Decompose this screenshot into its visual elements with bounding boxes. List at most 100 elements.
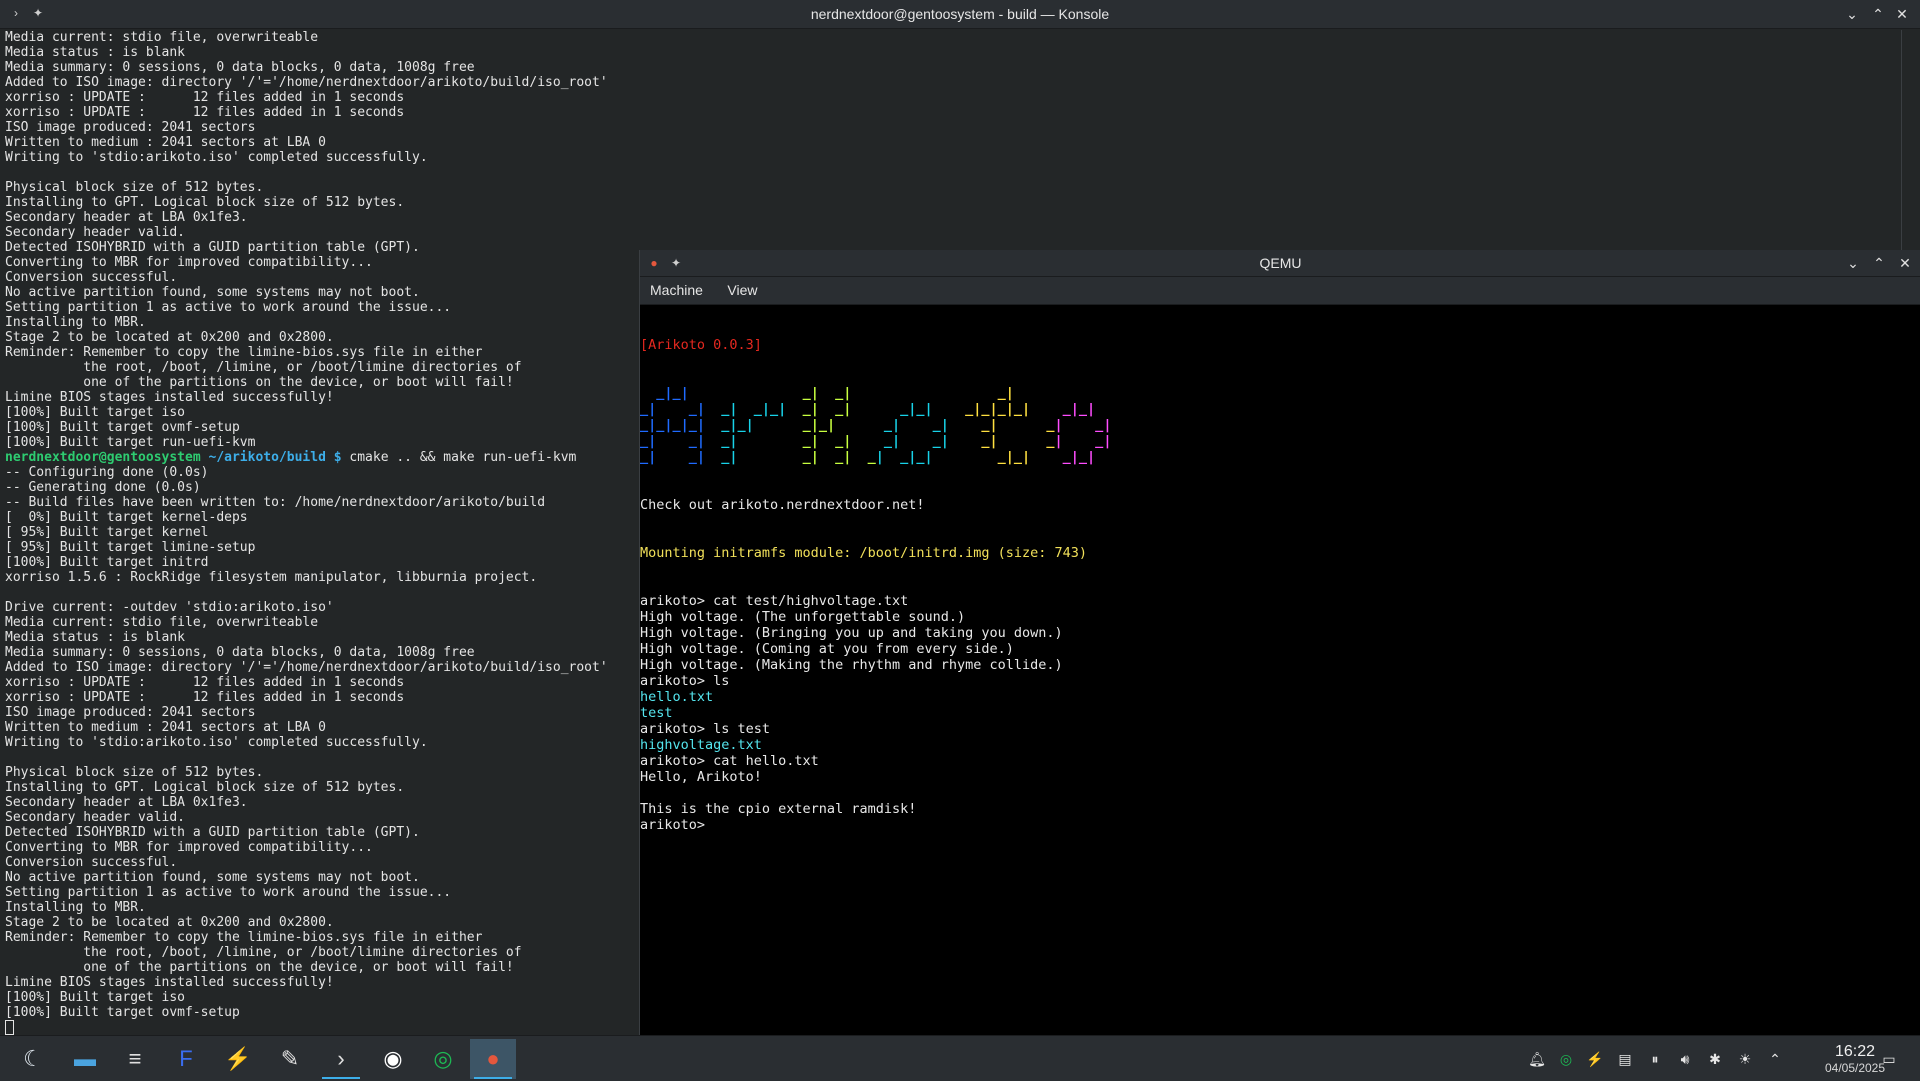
ascii-art-segment: _| _| bbox=[794, 433, 876, 449]
maximize-button[interactable]: ⌃ bbox=[1869, 253, 1889, 273]
terminal-line: No active partition found, some systems … bbox=[5, 870, 420, 885]
terminal-line: [100%] Built target iso bbox=[5, 405, 186, 420]
terminal-line: one of the partitions on the device, or … bbox=[5, 375, 514, 390]
terminal-line: the root, /boot, /limine, or /boot/limin… bbox=[5, 360, 522, 375]
terminal-line: xorriso : UPDATE : 12 files added in 1 s… bbox=[5, 90, 405, 105]
terminal-line: Secondary header at LBA 0x1fe3. bbox=[5, 210, 248, 225]
vm-display[interactable]: [Arikoto 0.0.3] _|_| _| _| _| _| _| _| _|… bbox=[640, 305, 1920, 1035]
ascii-art-segment: | _|_| bbox=[875, 449, 957, 465]
ascii-art-segment bbox=[876, 385, 957, 401]
minimize-button[interactable]: ⌄ bbox=[1843, 253, 1863, 273]
taskbar-spotify-button[interactable]: ◎ bbox=[420, 1039, 466, 1079]
shell-line bbox=[640, 785, 1920, 801]
terminal-line: Media status : is blank bbox=[5, 630, 186, 645]
chevron-up-icon[interactable]: ⌃ bbox=[1766, 1050, 1784, 1068]
terminal-line: Detected ISOHYBRID with a GUID partition… bbox=[5, 825, 420, 840]
shell-line: arikoto> cat hello.txt bbox=[640, 753, 819, 769]
shell-line: test bbox=[640, 705, 673, 721]
ascii-art-segment: _| bbox=[721, 449, 795, 465]
minimize-button[interactable]: ⌄ bbox=[1842, 4, 1862, 24]
close-button[interactable]: ✕ bbox=[1892, 4, 1912, 24]
check-out-line: Check out arikoto.nerdnextdoor.net! bbox=[640, 497, 925, 513]
terminal-line: Limine BIOS stages installed successfull… bbox=[5, 975, 334, 990]
kde-connect-icon[interactable]: ⚡ bbox=[1586, 1050, 1604, 1068]
ascii-art-segment: _| _ bbox=[957, 433, 1055, 449]
firefox-icon: F bbox=[179, 1046, 193, 1071]
taskbar-firefox-button[interactable]: F bbox=[163, 1039, 209, 1079]
terminal-line: Media current: stdio file, overwriteable bbox=[5, 615, 319, 630]
ascii-art-segment: _| _| bbox=[794, 401, 876, 417]
terminal-line: Setting partition 1 as active to work ar… bbox=[5, 300, 452, 315]
prompt-user: nerdnextdoor@gentoosystem bbox=[5, 450, 201, 465]
taskbar-dolphin-button[interactable]: ▬ bbox=[62, 1039, 108, 1079]
qemu-window[interactable]: ● ✦ QEMU ⌄ ⌃ ✕ Machine View [Arikoto 0.0… bbox=[639, 250, 1920, 1035]
terminal-line: [100%] Built target ovmf-setup bbox=[5, 420, 240, 435]
close-button[interactable]: ✕ bbox=[1895, 253, 1915, 273]
brightness-icon[interactable]: ☀ bbox=[1736, 1050, 1754, 1068]
menu-bar: Machine View bbox=[640, 277, 1920, 305]
ascii-art-segment: _| _| bbox=[875, 433, 957, 449]
taskbar-vscode-button[interactable]: ⚡ bbox=[215, 1039, 261, 1079]
terminal-line: Converting to MBR for improved compatibi… bbox=[5, 840, 373, 855]
terminal-line: Secondary header at LBA 0x1fe3. bbox=[5, 795, 248, 810]
clipboard-icon[interactable]: ▤ bbox=[1616, 1050, 1634, 1068]
ascii-art-segment: _|_| bbox=[875, 401, 957, 417]
terminal-line: xorriso 1.5.6 : RockRidge filesystem man… bbox=[5, 570, 538, 585]
terminal-line: Writing to 'stdio:arikoto.iso' completed… bbox=[5, 735, 428, 750]
spotify-tray-icon[interactable]: ◎ bbox=[1557, 1050, 1575, 1068]
terminal-line: xorriso : UPDATE : 12 files added in 1 s… bbox=[5, 105, 405, 120]
taskbar-system-settings-button[interactable]: ≡ bbox=[112, 1039, 158, 1079]
shell-line: High voltage. (Coming at you from every … bbox=[640, 641, 1014, 657]
prompt-command: cmake .. && make run-uefi-kvm bbox=[341, 450, 577, 465]
text-cursor bbox=[5, 1020, 14, 1035]
terminal-output[interactable]: Media current: stdio file, overwriteable… bbox=[5, 30, 645, 1035]
ascii-art-segment: _|_| bbox=[640, 385, 722, 401]
notifications-icon[interactable]: 🔔︎ bbox=[1528, 1050, 1546, 1068]
terminal-line: ISO image produced: 2041 sectors bbox=[5, 120, 256, 135]
ascii-art-segment: _| bbox=[957, 385, 1014, 401]
terminal-line: [100%] Built target run-uefi-kvm bbox=[5, 435, 256, 450]
system-settings-icon: ≡ bbox=[128, 1046, 142, 1071]
ascii-art-segment: _| _|_| bbox=[721, 401, 795, 417]
ascii-art-segment: _|_| bbox=[1054, 449, 1096, 465]
shell-line: This is the cpio external ramdisk! bbox=[640, 801, 917, 817]
ascii-art-segment: _| _| bbox=[640, 401, 722, 417]
terminal-line: Setting partition 1 as active to work ar… bbox=[5, 885, 452, 900]
terminal-line: Media summary: 0 sessions, 0 data blocks… bbox=[5, 645, 475, 660]
vscode-icon: ⚡ bbox=[224, 1046, 252, 1071]
terminal-line: Installing to MBR. bbox=[5, 900, 146, 915]
shell-line: High voltage. (Making the rhythm and rhy… bbox=[640, 657, 1063, 673]
taskbar-app-launcher-button[interactable]: ☾ bbox=[10, 1039, 56, 1079]
media-player-icon[interactable]: ⏸ bbox=[1646, 1050, 1664, 1068]
terminal-line: Media current: stdio file, overwriteable bbox=[5, 30, 319, 45]
terminal-line: Stage 2 to be located at 0x200 and 0x280… bbox=[5, 915, 334, 930]
terminal-line: Writing to 'stdio:arikoto.iso' completed… bbox=[5, 150, 428, 165]
taskbar-text-editor-button[interactable]: ✎ bbox=[267, 1039, 313, 1079]
terminal-line: [ 95%] Built target kernel bbox=[5, 525, 209, 540]
ascii-art-row: _| _| _| _| _| _| _|_| _|_| _|_| bbox=[640, 449, 1920, 465]
maximize-button[interactable]: ⌃ bbox=[1868, 4, 1888, 24]
terminal-line: the root, /boot, /limine, or /boot/limin… bbox=[5, 945, 522, 960]
ascii-art-logo: _|_| _| _| _| _| _| _| _|_| _| _| _|_| _|… bbox=[640, 385, 1920, 465]
bluetooth-icon[interactable]: ✱ bbox=[1706, 1050, 1724, 1068]
qemu-titlebar[interactable]: ● ✦ QEMU ⌄ ⌃ ✕ bbox=[640, 250, 1920, 277]
terminal-line: Stage 2 to be located at 0x200 and 0x280… bbox=[5, 330, 334, 345]
taskbar: ☾ ▬ ≡ F ⚡ ✎ › ◉ ◎ ● 🔔︎ ◎ ⚡ ▤ ⏸ 🔊︎ ✱ ☀ ⌃ 16:22 04/… bbox=[0, 1035, 1920, 1081]
prompt-path: ~/arikoto/build $ bbox=[208, 450, 342, 465]
ascii-art-segment: _|_|_|_| bbox=[640, 417, 722, 433]
volume-icon[interactable]: 🔊︎ bbox=[1676, 1050, 1694, 1068]
taskbar-github-desktop-button[interactable]: ◉ bbox=[370, 1039, 416, 1079]
menu-machine[interactable]: Machine bbox=[640, 277, 713, 304]
konsole-titlebar[interactable]: › ✦ nerdnextdoor@gentoosystem - build — … bbox=[0, 0, 1920, 29]
menu-view[interactable]: View bbox=[717, 277, 767, 304]
terminal-line: Conversion successful. bbox=[5, 855, 178, 870]
taskbar-konsole-button[interactable]: › bbox=[318, 1039, 364, 1079]
taskbar-qemu-button[interactable]: ● bbox=[470, 1039, 516, 1079]
terminal-line: Reminder: Remember to copy the limine-bi… bbox=[5, 345, 483, 360]
terminal-line: Written to medium : 2041 sectors at LBA … bbox=[5, 720, 326, 735]
show-desktop-icon[interactable]: ▭ bbox=[1880, 1050, 1898, 1068]
terminal-line: Media status : is blank bbox=[5, 45, 186, 60]
ascii-art-segment: | _| bbox=[1054, 433, 1112, 449]
